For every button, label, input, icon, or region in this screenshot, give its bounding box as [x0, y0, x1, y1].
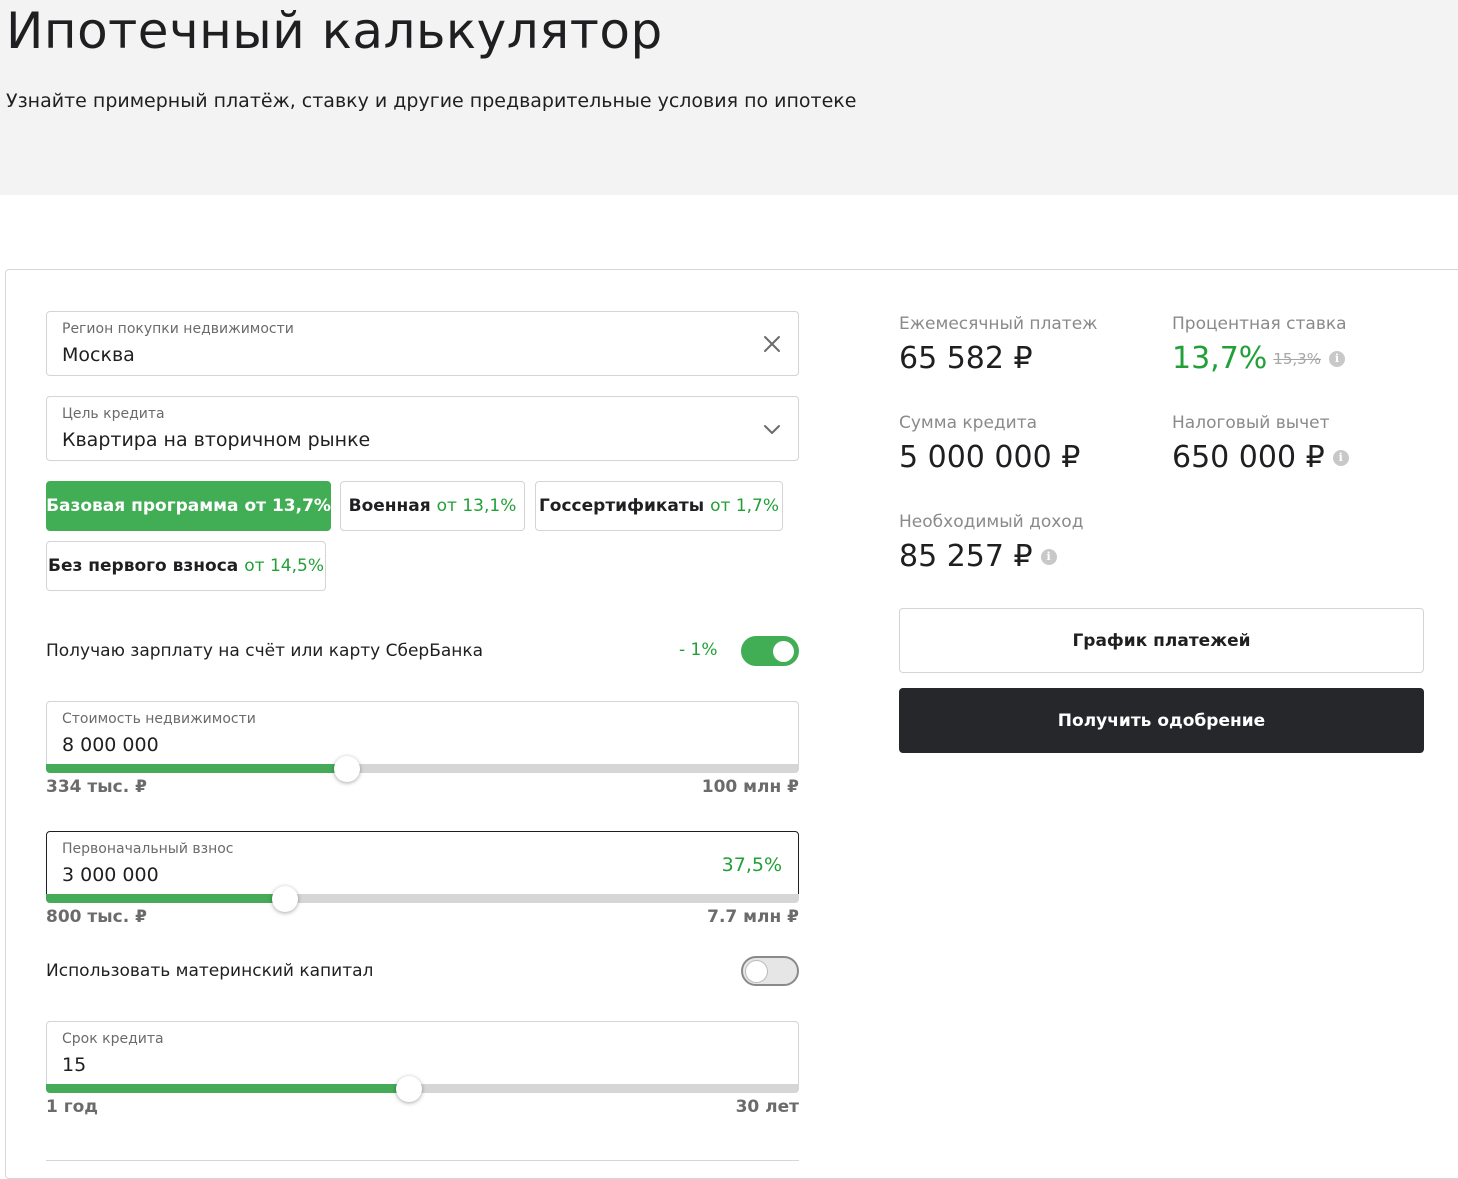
down-payment-percent: 37,5% [721, 854, 782, 876]
range-max: 100 млн ₽ [701, 777, 799, 797]
required-income-amount: 85 257 ₽ [899, 539, 1033, 574]
region-field-label: Регион покупки недвижимости [62, 321, 294, 337]
monthly-payment-amount: 65 582 ₽ [899, 341, 1033, 376]
tax-deduction-value: 650 000 ₽ i [1172, 440, 1349, 475]
get-approval-button[interactable]: Получить одобрение [899, 688, 1424, 753]
page-title: Ипотечный калькулятор [6, 2, 663, 60]
close-icon[interactable] [760, 332, 784, 356]
loan-term-value: 15 [62, 1054, 87, 1076]
range-min: 1 год [46, 1097, 99, 1117]
toggle-knob [746, 961, 767, 982]
program-chip-rate: от 1,7% [710, 496, 780, 516]
salary-toggle[interactable] [741, 636, 799, 666]
program-chip-rate: от 14,5% [244, 556, 324, 576]
range-min: 334 тыс. ₽ [46, 777, 147, 797]
loan-term-slider[interactable] [46, 1076, 799, 1102]
purpose-select-value: Квартира на вторичном рынке [62, 429, 371, 451]
slider-fill [46, 1084, 409, 1093]
divider [46, 1160, 799, 1161]
loan-sum-value: 5 000 000 ₽ [899, 440, 1080, 475]
program-chip-rate: от 13,1% [436, 496, 517, 516]
program-chip-name: Базовая программа [46, 496, 239, 516]
property-cost-range: 334 тыс. ₽ 100 млн ₽ [46, 777, 799, 797]
payment-schedule-button[interactable]: График платежей [899, 608, 1424, 673]
monthly-payment-value: 65 582 ₽ [899, 341, 1033, 376]
down-payment-value: 3 000 000 [62, 864, 159, 886]
salary-discount: - 1% [679, 640, 718, 660]
program-chip-no-down-payment[interactable]: Без первого взноса от 14,5% [46, 541, 326, 591]
salary-toggle-label: Получаю зарплату на счёт или карту СберБ… [46, 641, 484, 661]
range-min: 800 тыс. ₽ [46, 907, 147, 927]
program-chip-military[interactable]: Военная от 13,1% [340, 481, 525, 531]
tax-deduction-label: Налоговый вычет [1172, 413, 1330, 433]
program-chip-rate: от 13,7% [244, 496, 331, 516]
tax-deduction-amount: 650 000 ₽ [1172, 440, 1325, 475]
region-field[interactable]: Регион покупки недвижимости Москва [46, 311, 799, 376]
interest-rate-value: 13,7% 15,3% i [1172, 341, 1345, 376]
interest-rate-amount: 13,7% [1172, 341, 1268, 376]
program-chip-name: Госсертификаты [538, 496, 705, 516]
required-income-value: 85 257 ₽ i [899, 539, 1057, 574]
range-max: 30 лет [735, 1097, 799, 1117]
maternity-capital-label: Использовать материнский капитал [46, 961, 374, 981]
purpose-select[interactable]: Цель кредита Квартира на вторичном рынке [46, 396, 799, 461]
monthly-payment-label: Ежемесячный платеж [899, 314, 1098, 334]
chevron-down-icon[interactable] [760, 417, 784, 441]
loan-sum-label: Сумма кредита [899, 413, 1038, 433]
loan-term-range: 1 год 30 лет [46, 1097, 799, 1117]
program-chip-certificates[interactable]: Госсертификаты от 1,7% [535, 481, 783, 531]
interest-rate-label: Процентная ставка [1172, 314, 1347, 334]
toggle-knob [773, 641, 794, 662]
range-max: 7.7 млн ₽ [707, 907, 799, 927]
loan-term-label: Срок кредита [62, 1031, 164, 1047]
down-payment-input[interactable]: Первоначальный взнос 3 000 000 37,5% [46, 831, 799, 896]
program-chip-name: Военная [348, 496, 431, 516]
old-interest-rate: 15,3% [1273, 349, 1321, 368]
property-cost-slider[interactable] [46, 756, 799, 782]
required-income-label: Необходимый доход [899, 512, 1084, 532]
page-subtitle: Узнайте примерный платёж, ставку и други… [6, 90, 857, 112]
page-header: Ипотечный калькулятор Узнайте примерный … [0, 0, 1458, 195]
down-payment-slider[interactable] [46, 886, 799, 912]
property-cost-label: Стоимость недвижимости [62, 711, 256, 727]
down-payment-range: 800 тыс. ₽ 7.7 млн ₽ [46, 907, 799, 927]
maternity-capital-toggle[interactable] [741, 956, 799, 986]
property-cost-value: 8 000 000 [62, 734, 159, 756]
program-chip-base[interactable]: Базовая программа от 13,7% [46, 481, 331, 531]
down-payment-label: Первоначальный взнос [62, 841, 234, 857]
info-icon[interactable]: i [1332, 449, 1349, 466]
info-icon[interactable]: i [1040, 548, 1057, 565]
slider-fill [46, 764, 348, 773]
property-cost-input[interactable]: Стоимость недвижимости 8 000 000 [46, 701, 799, 766]
region-field-value: Москва [62, 344, 135, 366]
loan-term-input[interactable]: Срок кредита 15 [46, 1021, 799, 1086]
loan-sum-amount: 5 000 000 ₽ [899, 440, 1081, 475]
info-icon[interactable]: i [1328, 350, 1345, 367]
program-chip-name: Без первого взноса [48, 556, 239, 576]
purpose-select-label: Цель кредита [62, 406, 165, 422]
slider-fill [46, 894, 285, 903]
